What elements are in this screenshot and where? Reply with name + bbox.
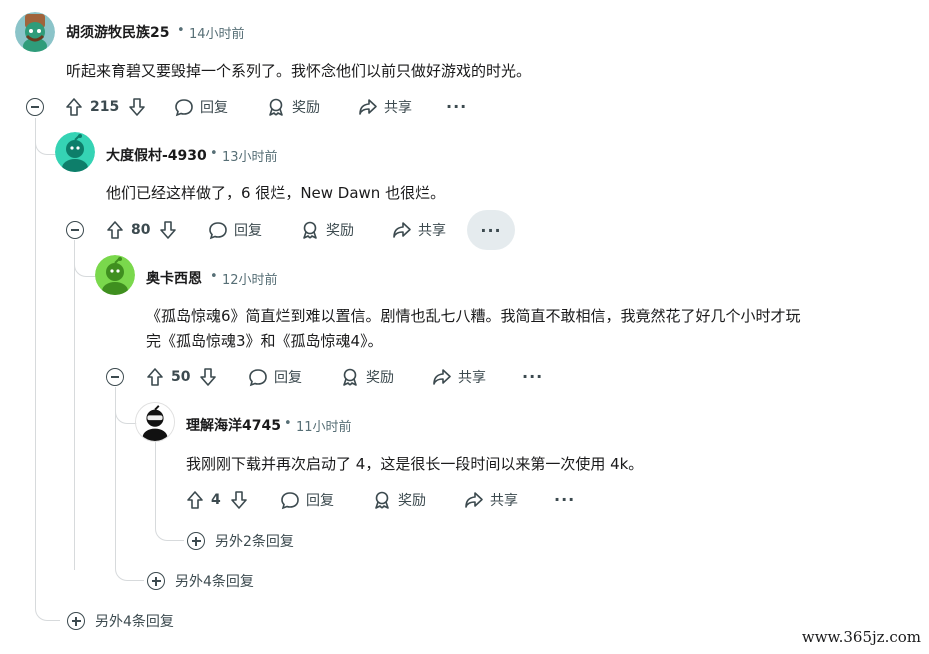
share-button[interactable]: 共享: [358, 92, 412, 122]
share-icon: [464, 490, 484, 510]
more-options-label: ···: [480, 220, 502, 240]
award-icon: [300, 220, 320, 240]
share-label: 共享: [458, 370, 486, 386]
award-icon: [266, 97, 286, 117]
separator-dot: •: [284, 416, 292, 431]
upvote-icon[interactable]: [64, 97, 84, 117]
award-button[interactable]: 奖励: [266, 92, 320, 122]
vote-group: 80: [105, 215, 184, 245]
vote-count: 4: [211, 492, 221, 508]
comment-timestamp[interactable]: 12小时前: [222, 269, 278, 288]
reply-label: 回复: [306, 493, 334, 509]
award-button[interactable]: 奖励: [300, 215, 354, 245]
avatar[interactable]: [15, 12, 55, 52]
award-button[interactable]: 奖励: [340, 362, 394, 392]
reply-label: 回复: [234, 223, 262, 239]
share-label: 共享: [490, 493, 518, 509]
more-options-button[interactable]: ···: [522, 367, 543, 386]
more-options-button[interactable]: ···: [446, 97, 467, 116]
thread-line-4: [155, 442, 156, 502]
thread-elbow-2: [74, 240, 97, 277]
more-replies-link[interactable]: 另外2条回复: [187, 531, 294, 551]
award-label: 奖励: [292, 100, 320, 116]
share-label: 共享: [418, 223, 446, 239]
comment-bubble-icon: [280, 490, 300, 510]
avatar[interactable]: [135, 402, 175, 442]
separator-dot: •: [210, 269, 218, 284]
thread-elbow-4: [155, 500, 184, 541]
comment-author[interactable]: 大度假村-4930: [106, 145, 207, 165]
vote-group: 215: [64, 92, 153, 122]
downvote-icon[interactable]: [158, 220, 178, 240]
vote-count: 80: [131, 222, 151, 238]
watermark: www.365jz.com: [801, 628, 921, 646]
share-icon: [432, 367, 452, 387]
more-replies-label: 另外4条回复: [95, 614, 174, 630]
comment-bubble-icon: [174, 97, 194, 117]
comment-author[interactable]: 理解海洋4745: [186, 415, 281, 435]
vote-count: 215: [90, 99, 120, 115]
award-label: 奖励: [326, 223, 354, 239]
share-icon: [392, 220, 412, 240]
collapse-thread-button[interactable]: [26, 98, 44, 116]
award-label: 奖励: [398, 493, 426, 509]
collapse-thread-button[interactable]: [66, 221, 84, 239]
collapse-thread-button[interactable]: [106, 368, 124, 386]
upvote-icon[interactable]: [145, 367, 165, 387]
comment-bubble-icon: [208, 220, 228, 240]
comment-author[interactable]: 奥卡西恩: [146, 268, 202, 288]
comment-timestamp[interactable]: 14小时前: [189, 23, 245, 42]
comment-body-line-1: 《孤岛惊魂6》简直烂到难以置信。剧情也乱七八糟。我简直不敢相信，我竟然花了好几个…: [146, 307, 801, 325]
comment-body: 听起来育碧又要毁掉一个系列了。我怀念他们以前只做好游戏的时光。: [66, 62, 532, 80]
comment-timestamp[interactable]: 11小时前: [296, 416, 352, 435]
plus-circle-icon: [67, 612, 85, 630]
comment-timestamp[interactable]: 13小时前: [222, 146, 278, 165]
plus-circle-icon: [147, 572, 165, 590]
reply-button[interactable]: 回复: [208, 215, 262, 245]
thread-line-2: [74, 240, 75, 570]
separator-dot: •: [210, 146, 218, 161]
more-options-button[interactable]: ···: [467, 210, 515, 250]
more-options-button[interactable]: ···: [554, 490, 575, 509]
vote-group: 4: [185, 485, 255, 515]
thread-elbow-1b: [35, 560, 60, 621]
share-button[interactable]: 共享: [392, 215, 446, 245]
comment-body: 他们已经这样做了，6 很烂，New Dawn 也很烂。: [106, 184, 446, 202]
award-button[interactable]: 奖励: [372, 485, 426, 515]
comment-bubble-icon: [248, 367, 268, 387]
share-icon: [358, 97, 378, 117]
separator-dot: •: [177, 23, 185, 38]
thread-elbow-3b: [115, 540, 144, 581]
reply-button[interactable]: 回复: [248, 362, 302, 392]
comment-body: 我刚刚下载并再次启动了 4，这是很长一段时间以来第一次使用 4k。: [186, 455, 644, 473]
reply-button[interactable]: 回复: [280, 485, 334, 515]
avatar[interactable]: [55, 132, 95, 172]
reply-button[interactable]: 回复: [174, 92, 228, 122]
downvote-icon[interactable]: [198, 367, 218, 387]
downvote-icon[interactable]: [229, 490, 249, 510]
award-icon: [372, 490, 392, 510]
plus-circle-icon: [187, 532, 205, 550]
share-label: 共享: [384, 100, 412, 116]
more-replies-label: 另外4条回复: [175, 574, 254, 590]
reply-label: 回复: [274, 370, 302, 386]
vote-count: 50: [171, 369, 191, 385]
downvote-icon[interactable]: [127, 97, 147, 117]
avatar[interactable]: [95, 255, 135, 295]
reply-label: 回复: [200, 100, 228, 116]
more-replies-link[interactable]: 另外4条回复: [147, 571, 254, 591]
share-button[interactable]: 共享: [432, 362, 486, 392]
upvote-icon[interactable]: [105, 220, 125, 240]
more-replies-link[interactable]: 另外4条回复: [67, 611, 174, 631]
share-button[interactable]: 共享: [464, 485, 518, 515]
more-replies-label: 另外2条回复: [215, 534, 294, 550]
comment-author[interactable]: 胡须游牧民族25: [66, 22, 169, 42]
thread-line-1: [35, 118, 36, 608]
comment-body-line-2: 完《孤岛惊魂3》和《孤岛惊魂4》。: [146, 332, 383, 350]
award-label: 奖励: [366, 370, 394, 386]
upvote-icon[interactable]: [185, 490, 205, 510]
award-icon: [340, 367, 360, 387]
vote-group: 50: [145, 362, 224, 392]
